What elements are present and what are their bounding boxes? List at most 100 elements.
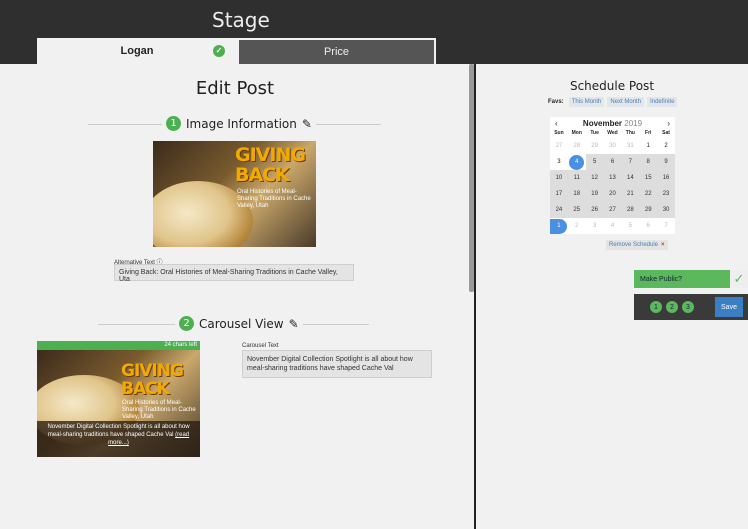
next-month-icon[interactable]: › (667, 119, 670, 128)
tab-logan[interactable]: Logan ✓ (37, 38, 237, 64)
fav-indefinite[interactable]: Indefinite (647, 97, 678, 107)
day-number: 11 (573, 175, 580, 181)
calendar-day[interactable]: 25 (567, 202, 586, 218)
month-label: November (582, 118, 623, 128)
calendar-day[interactable]: 21 (621, 186, 640, 202)
calendar-day[interactable]: 20 (603, 186, 622, 202)
calendar-day[interactable]: 19 (585, 186, 604, 202)
weekday-label: Tue (590, 130, 599, 136)
day-number: 19 (591, 191, 598, 197)
day-number: 1 (550, 218, 568, 234)
calendar-day[interactable]: 17 (550, 186, 568, 202)
day-number: 15 (644, 175, 652, 181)
weekday-label: Fri (645, 130, 652, 136)
calendar-day[interactable]: 3 (550, 154, 568, 170)
tab-label: Price (323, 46, 350, 58)
weekday-label: Thu (625, 130, 635, 136)
calendar-day[interactable]: 8 (639, 154, 658, 170)
make-public-toggle[interactable]: Make Public? ✓ (634, 270, 748, 288)
calendar-day[interactable]: 4 (568, 154, 586, 170)
calendar-day[interactable]: 7 (621, 154, 640, 170)
calendar-day[interactable]: 24 (550, 202, 568, 218)
calendar-day[interactable]: 9 (657, 154, 675, 170)
calendar-day[interactable]: 30 (657, 202, 675, 218)
calendar-day[interactable]: 14 (621, 170, 640, 186)
fav-this-month[interactable]: This Month (568, 97, 605, 107)
pencil-icon[interactable]: ✎ (302, 117, 312, 131)
day-number: 7 (664, 223, 668, 229)
stage-title: Stage (212, 8, 270, 32)
calendar-day: 28 (567, 138, 586, 154)
step-1-button[interactable]: 1 (650, 301, 662, 313)
day-number: 7 (628, 159, 633, 165)
step-3-button[interactable]: 3 (682, 301, 694, 313)
featured-image[interactable]: GIVING BACK Oral Histories of Meal-Shari… (153, 141, 316, 247)
carousel-preview[interactable]: GIVING BACK Oral Histories of Meal-Shari… (37, 341, 200, 457)
calendar-day[interactable]: 11 (567, 170, 586, 186)
favs-bar: Favs: This Month Next Month Indefinite (548, 97, 678, 107)
section-title: Image Information (186, 116, 297, 131)
calendar-day[interactable]: 6 (603, 154, 622, 170)
calendar-day[interactable]: 28 (621, 202, 640, 218)
calendar-day[interactable]: 27 (603, 202, 622, 218)
chars-left-badge: 24 chars left (37, 341, 200, 350)
day-number: 28 (573, 143, 581, 149)
save-button[interactable]: Save (715, 297, 743, 317)
year-label: 2019 (624, 118, 643, 128)
favs-label: Favs: (548, 99, 564, 105)
day-number: 28 (627, 207, 634, 213)
day-number: 2 (664, 143, 668, 149)
calendar-day: 27 (550, 138, 568, 154)
day-number: 22 (644, 191, 652, 197)
section-carousel-view: 2 Carousel View ✎ (175, 316, 303, 331)
step-number: 2 (179, 316, 194, 331)
calendar-day: 4 (603, 218, 622, 234)
calendar-day[interactable]: 13 (603, 170, 622, 186)
calendar-day[interactable]: 18 (567, 186, 586, 202)
carousel-text-input[interactable]: November Digital Collection Spotlight is… (242, 350, 432, 378)
calendar-day[interactable]: 23 (657, 186, 675, 202)
tab-label: Logan (120, 45, 154, 57)
remove-schedule-button[interactable]: Remove Schedule × (606, 240, 668, 250)
day-number: 25 (573, 207, 581, 213)
checkmark-icon: ✓ (730, 270, 748, 288)
calendar-day[interactable]: 26 (585, 202, 604, 218)
tab-price[interactable]: Price (237, 38, 436, 64)
calendar: ‹ November 2019 › Sun Mon Tue Wed Thu Fri Sat … (550, 117, 675, 234)
remove-schedule-label: Remove Schedule (609, 242, 659, 248)
day-number: 5 (628, 223, 633, 229)
fav-next-month[interactable]: Next Month (607, 97, 645, 107)
day-number: 5 (592, 159, 597, 165)
calendar-day[interactable]: 16 (657, 170, 675, 186)
calendar-day[interactable]: 15 (639, 170, 658, 186)
calendar-day[interactable]: 5 (585, 154, 604, 170)
calendar-day[interactable]: 12 (585, 170, 604, 186)
calendar-day[interactable]: 1 (550, 218, 568, 234)
weekday-label: Wed (607, 130, 618, 136)
day-number: 26 (591, 207, 598, 213)
day-number: 4 (569, 154, 585, 170)
image-subtitle: Oral Histories of Meal-Sharing Tradition… (122, 400, 196, 420)
calendar-day[interactable]: 10 (550, 170, 568, 186)
calendar-day[interactable]: 2 (657, 138, 675, 154)
page-title: Edit Post (195, 78, 275, 99)
weekday-label: Sun (554, 130, 564, 136)
carousel-caption: November Digital Collection Spotlight is… (37, 421, 200, 457)
calendar-day[interactable]: 1 (639, 138, 658, 154)
day-number: 27 (555, 143, 563, 149)
calendar-day[interactable]: 29 (639, 202, 658, 218)
make-public-label: Make Public? (640, 275, 683, 283)
pencil-icon[interactable]: ✎ (289, 317, 299, 331)
day-number: 17 (555, 191, 563, 197)
alt-text-input[interactable]: Giving Back: Oral Histories of Meal-Shar… (114, 264, 354, 283)
calendar-day[interactable]: 22 (639, 186, 658, 202)
day-number: 8 (646, 159, 650, 165)
day-number: 30 (662, 207, 670, 213)
day-number: 29 (644, 207, 652, 213)
day-number: 27 (609, 207, 616, 213)
day-number: 10 (555, 175, 563, 181)
calendar-day: 2 (567, 218, 586, 234)
prev-month-icon[interactable]: ‹ (555, 119, 558, 128)
day-number: 13 (609, 175, 616, 181)
step-2-button[interactable]: 2 (666, 301, 678, 313)
